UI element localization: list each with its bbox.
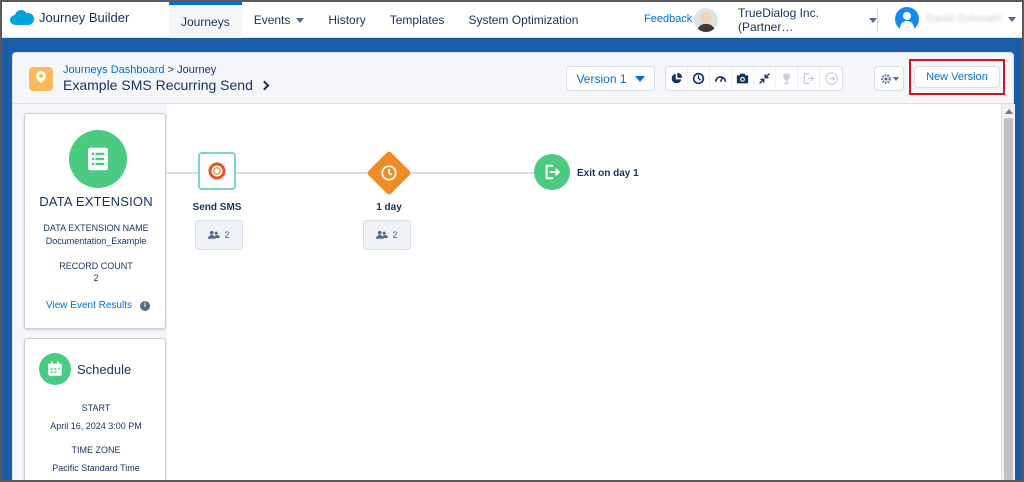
time-zone-label: TIME ZONE bbox=[71, 445, 121, 455]
wait-label: 1 day bbox=[376, 202, 402, 213]
tab-events[interactable]: Events bbox=[242, 2, 317, 38]
nav-tabs: Journeys Events History Templates System… bbox=[169, 2, 590, 38]
breadcrumb-separator: > bbox=[167, 64, 175, 76]
data-extension-name-value: Documentation_Example bbox=[45, 236, 147, 246]
sms-logo-icon bbox=[208, 162, 226, 180]
user-name: David Schonert bbox=[926, 13, 1002, 25]
journey-toolbar bbox=[665, 66, 843, 91]
breadcrumb-journeys-dashboard[interactable]: Journeys Dashboard bbox=[63, 64, 165, 76]
schedule-title: Schedule bbox=[77, 362, 132, 377]
gauge-icon[interactable] bbox=[710, 67, 732, 90]
journey-header: Journeys Dashboard > Journey Example SMS… bbox=[12, 52, 1014, 104]
app-name: Journey Builder bbox=[39, 10, 130, 25]
chevron-down-icon bbox=[869, 17, 877, 23]
send-sms-activity[interactable] bbox=[198, 152, 236, 190]
connector-wait-exit bbox=[403, 172, 535, 174]
entry-source-title: DATA EXTENSION bbox=[39, 194, 153, 209]
exit-activity[interactable] bbox=[534, 154, 570, 190]
tab-label: History bbox=[328, 13, 366, 27]
time-zone-value: Pacific Standard Time bbox=[52, 463, 140, 473]
send-sms-label: Send SMS bbox=[192, 202, 242, 213]
pie-chart-icon[interactable] bbox=[666, 67, 688, 90]
feedback-avatar[interactable] bbox=[694, 8, 718, 32]
tab-label: Templates bbox=[389, 13, 445, 27]
tab-journeys[interactable]: Journeys bbox=[169, 2, 242, 38]
journey-title[interactable]: Example SMS Recurring Send bbox=[63, 77, 270, 93]
calendar-icon bbox=[39, 353, 71, 385]
tab-label: Events bbox=[253, 13, 291, 27]
schedule-panel[interactable]: Schedule START April 16, 2024 3:00 PM TI… bbox=[24, 338, 166, 480]
exit-door-icon bbox=[545, 164, 561, 180]
settings-menu-button[interactable] bbox=[874, 66, 904, 91]
people-icon bbox=[376, 230, 389, 239]
record-count-label: RECORD COUNT bbox=[59, 261, 133, 271]
caret-down-icon bbox=[634, 75, 645, 82]
exit-icon bbox=[798, 67, 820, 90]
version-dropdown[interactable]: Version 1 bbox=[566, 66, 655, 91]
entry-source-panel[interactable]: DATA EXTENSION DATA EXTENSION NAME Docum… bbox=[24, 113, 166, 329]
user-avatar-icon bbox=[895, 7, 919, 31]
chevron-down-icon bbox=[296, 17, 305, 23]
contact-count: 2 bbox=[224, 230, 230, 240]
chevron-right-icon bbox=[259, 80, 270, 90]
tab-label: System Optimization bbox=[468, 13, 579, 27]
info-icon[interactable]: i bbox=[139, 300, 150, 311]
salesforce-cloud-icon bbox=[10, 9, 34, 26]
start-label: START bbox=[81, 403, 111, 413]
version-label: Version 1 bbox=[576, 71, 627, 86]
clock-icon bbox=[377, 161, 401, 185]
breadcrumb-current: Journey bbox=[177, 64, 217, 76]
tab-templates[interactable]: Templates bbox=[378, 2, 457, 38]
new-version-highlight: New Version bbox=[909, 59, 1005, 95]
view-event-results-label: View Event Results bbox=[46, 300, 132, 311]
tab-history[interactable]: History bbox=[316, 2, 377, 38]
org-switcher[interactable]: TrueDialog Inc. (Partner… bbox=[726, 6, 878, 34]
tab-system-optimization[interactable]: System Optimization bbox=[456, 2, 590, 38]
wait-count[interactable]: 2 bbox=[363, 220, 411, 250]
collapse-icon[interactable] bbox=[754, 67, 776, 90]
history-icon[interactable] bbox=[688, 67, 710, 90]
new-version-button[interactable]: New Version bbox=[914, 66, 1000, 88]
breadcrumb: Journeys Dashboard > Journey bbox=[63, 64, 216, 76]
scroll-up-arrow-icon[interactable] bbox=[1005, 109, 1013, 114]
app-brand[interactable]: Journey Builder bbox=[10, 9, 129, 26]
send-sms-count[interactable]: 2 bbox=[195, 220, 243, 250]
scroll-thumb[interactable] bbox=[1004, 118, 1013, 480]
journey-name-text: Example SMS Recurring Send bbox=[63, 77, 253, 93]
start-value: April 16, 2024 3:00 PM bbox=[50, 421, 142, 431]
journey-main: DATA EXTENSION DATA EXTENSION NAME Docum… bbox=[12, 104, 1015, 480]
chevron-down-icon bbox=[892, 76, 899, 81]
record-count-value: 2 bbox=[93, 273, 99, 283]
camera-icon[interactable] bbox=[732, 67, 754, 90]
map-pin-icon bbox=[29, 67, 53, 91]
org-name: TrueDialog Inc. (Partner… bbox=[738, 6, 819, 34]
data-extension-icon bbox=[69, 130, 127, 188]
chevron-down-icon bbox=[1008, 16, 1017, 22]
gear-icon bbox=[880, 73, 891, 84]
journey-canvas[interactable]: Send SMS 2 1 day 2 Exit on day 1 bbox=[167, 104, 1001, 480]
people-icon bbox=[208, 230, 221, 239]
exit-criteria-icon bbox=[820, 67, 842, 90]
tab-label: Journeys bbox=[181, 14, 230, 29]
exit-label: Exit on day 1 bbox=[577, 168, 639, 179]
feedback-link[interactable]: Feedback bbox=[644, 13, 692, 25]
data-extension-name-label: DATA EXTENSION NAME bbox=[43, 223, 149, 233]
top-nav: Journey Builder Journeys Events History … bbox=[2, 2, 1022, 38]
view-event-results-link[interactable]: View Event Results i bbox=[46, 300, 150, 311]
connector-sms-wait bbox=[236, 172, 376, 174]
trophy-icon bbox=[776, 67, 798, 90]
user-menu[interactable]: David Schonert bbox=[895, 7, 1017, 31]
entry-connector bbox=[167, 172, 198, 174]
vertical-scrollbar[interactable] bbox=[1001, 104, 1015, 480]
contact-count: 2 bbox=[392, 230, 398, 240]
app-window: Journey Builder Journeys Events History … bbox=[0, 0, 1024, 482]
